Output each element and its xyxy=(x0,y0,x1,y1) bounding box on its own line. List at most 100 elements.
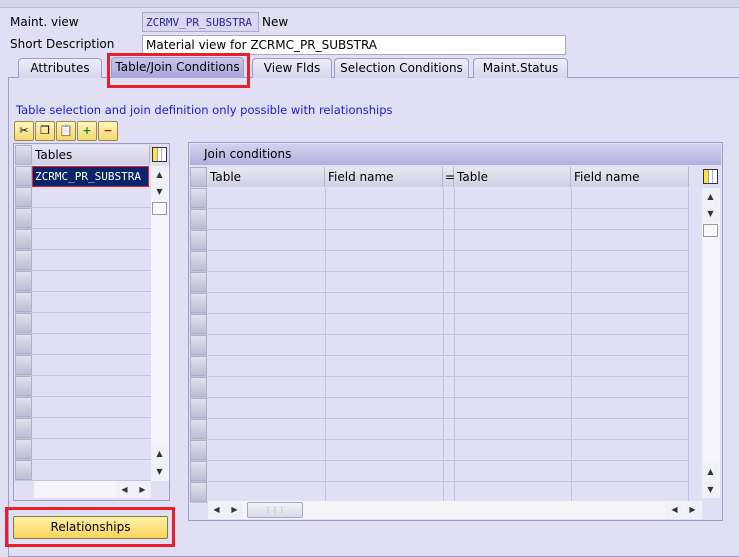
row-selector[interactable] xyxy=(190,230,207,250)
table-row[interactable] xyxy=(15,460,151,481)
row-selector[interactable] xyxy=(15,166,32,186)
row-selector[interactable] xyxy=(15,271,32,291)
vertical-scrollbar[interactable]: ▲ ▼ ▲ ▼ xyxy=(151,166,169,481)
short-description-field[interactable]: Material view for ZCRMC_PR_SUBSTRA xyxy=(142,35,566,55)
select-all-corner[interactable] xyxy=(15,145,32,165)
column-header-table-2[interactable]: Table xyxy=(454,167,571,187)
table-row[interactable] xyxy=(190,230,689,251)
copy-icon[interactable]: ❐ xyxy=(35,121,55,141)
tab-selection-conditions[interactable]: Selection Conditions xyxy=(334,58,469,78)
scroll-right-icon[interactable]: ▶ xyxy=(226,501,243,518)
row-selector[interactable] xyxy=(190,314,207,334)
table-row[interactable] xyxy=(15,355,151,376)
table-row[interactable] xyxy=(190,440,689,461)
row-selector[interactable] xyxy=(190,335,207,355)
horizontal-scrollbar[interactable]: ◀ ▶ xyxy=(34,481,151,498)
table-row[interactable] xyxy=(190,377,689,398)
table-row[interactable] xyxy=(190,419,689,440)
column-layout-icon[interactable] xyxy=(703,169,718,184)
scroll-right-icon[interactable]: ▶ xyxy=(134,481,151,498)
row-selector[interactable] xyxy=(190,209,207,229)
tab-view-flds[interactable]: View Flds xyxy=(252,58,332,78)
scroll-thumb[interactable]: ⋮⋮⋮ xyxy=(247,502,303,518)
row-selector[interactable] xyxy=(190,398,207,418)
row-selector[interactable] xyxy=(15,355,32,375)
row-selector[interactable] xyxy=(190,482,207,502)
row-selector[interactable] xyxy=(15,292,32,312)
row-selector[interactable] xyxy=(190,293,207,313)
vertical-scrollbar[interactable]: ▲ ▼ ▲ ▼ xyxy=(702,188,720,498)
row-selector[interactable] xyxy=(190,356,207,376)
table-row[interactable] xyxy=(190,461,689,482)
row-selector[interactable] xyxy=(190,188,207,208)
table-cell-selected[interactable]: ZCRMC_PR_SUBSTRA xyxy=(32,166,149,187)
scroll-down-icon[interactable]: ▼ xyxy=(702,205,719,222)
scroll-left-icon[interactable]: ◀ xyxy=(116,481,133,498)
paste-icon[interactable]: 📋 xyxy=(56,121,76,141)
row-selector[interactable] xyxy=(15,439,32,459)
table-row[interactable] xyxy=(15,187,151,208)
table-row[interactable] xyxy=(15,208,151,229)
scroll-up-icon[interactable]: ▲ xyxy=(151,166,168,183)
relationships-button[interactable]: Relationships xyxy=(13,516,168,539)
row-selector[interactable] xyxy=(190,377,207,397)
tab-maint-status[interactable]: Maint.Status xyxy=(473,58,568,78)
scroll-thumb[interactable] xyxy=(703,224,718,237)
row-selector[interactable] xyxy=(15,397,32,417)
scroll-down-icon[interactable]: ▼ xyxy=(151,183,168,200)
row-selector[interactable] xyxy=(190,419,207,439)
table-row[interactable] xyxy=(15,397,151,418)
delete-row-icon[interactable]: − xyxy=(98,121,118,141)
table-row[interactable] xyxy=(190,335,689,356)
column-header-field-name[interactable]: Field name xyxy=(325,167,443,187)
table-row[interactable] xyxy=(15,229,151,250)
table-row[interactable] xyxy=(15,313,151,334)
insert-row-icon[interactable]: + xyxy=(77,121,97,141)
table-row[interactable] xyxy=(15,250,151,271)
table-row[interactable] xyxy=(190,209,689,230)
select-all-corner[interactable] xyxy=(190,167,207,187)
row-selector[interactable] xyxy=(15,313,32,333)
row-selector[interactable] xyxy=(15,376,32,396)
row-selector[interactable] xyxy=(15,187,32,207)
table-row[interactable] xyxy=(190,398,689,419)
row-selector[interactable] xyxy=(15,418,32,438)
table-row[interactable] xyxy=(15,292,151,313)
table-row[interactable] xyxy=(15,376,151,397)
scroll-up-icon[interactable]: ▲ xyxy=(702,188,719,205)
column-layout-icon[interactable] xyxy=(152,147,167,162)
row-selector[interactable] xyxy=(15,460,32,480)
table-row[interactable] xyxy=(190,356,689,377)
table-row[interactable] xyxy=(15,439,151,460)
table-row[interactable] xyxy=(190,188,689,209)
row-selector[interactable] xyxy=(15,250,32,270)
row-selector[interactable] xyxy=(15,334,32,354)
table-row[interactable] xyxy=(190,251,689,272)
scroll-up-icon[interactable]: ▲ xyxy=(151,445,168,462)
table-row[interactable] xyxy=(190,482,689,503)
row-selector[interactable] xyxy=(190,272,207,292)
table-row[interactable] xyxy=(15,271,151,292)
row-selector[interactable] xyxy=(190,461,207,481)
table-row[interactable] xyxy=(15,334,151,355)
column-header-field-name-2[interactable]: Field name xyxy=(571,167,689,187)
tab-attributes[interactable]: Attributes xyxy=(18,58,102,78)
scroll-thumb[interactable] xyxy=(152,202,167,215)
scroll-down-icon[interactable]: ▼ xyxy=(702,481,719,498)
row-selector[interactable] xyxy=(15,229,32,249)
table-row[interactable] xyxy=(190,293,689,314)
table-row[interactable] xyxy=(15,418,151,439)
cut-icon[interactable]: ✂ xyxy=(14,121,34,141)
row-selector[interactable] xyxy=(190,440,207,460)
scroll-left-icon[interactable]: ◀ xyxy=(666,501,683,518)
row-selector[interactable] xyxy=(15,208,32,228)
tables-column-header[interactable]: Tables xyxy=(32,145,150,165)
scroll-left-icon[interactable]: ◀ xyxy=(208,501,225,518)
row-selector[interactable] xyxy=(190,251,207,271)
table-row[interactable] xyxy=(190,272,689,293)
column-header-table[interactable]: Table xyxy=(207,167,325,187)
scroll-down-icon[interactable]: ▼ xyxy=(151,463,168,480)
table-row[interactable] xyxy=(190,314,689,335)
horizontal-scrollbar[interactable]: ◀ ▶ ⋮⋮⋮ ◀ ▶ xyxy=(208,501,702,519)
scroll-right-icon[interactable]: ▶ xyxy=(684,501,701,518)
